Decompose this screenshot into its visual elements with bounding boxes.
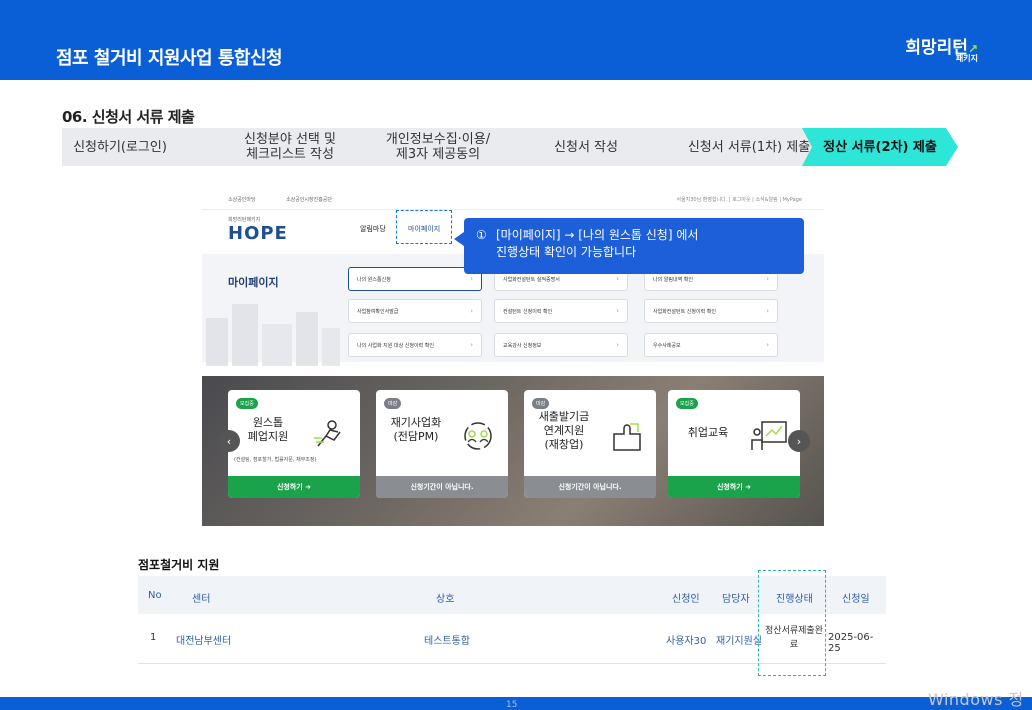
pill-instructor-info[interactable]: 교육강사 신청정보 › — [494, 333, 628, 357]
card-title: 재기사업화 (전담PM) — [390, 416, 442, 443]
people-cycle-icon — [464, 422, 492, 450]
pill-participation-cert[interactable]: 사업참여확인서발급 › — [348, 299, 482, 323]
highlight-box — [396, 210, 452, 244]
chevron-right-icon: › — [470, 275, 473, 283]
pill-best-practice[interactable]: 우수사례공모 › — [644, 333, 778, 357]
step-4: 신청서 작성 — [506, 128, 666, 166]
org-logo-1: 소상공인마당 — [228, 197, 256, 203]
chevron-right-icon: › — [766, 341, 769, 349]
pill-label: 교육강사 신청정보 — [503, 342, 542, 349]
step-2: 신청분야 선택 및 체크리스트 작성 — [210, 128, 370, 166]
col-no: No — [148, 590, 162, 601]
step-label: 신청서 서류(1차) 제출 — [687, 139, 811, 155]
mypage-heading: 마이페이지 — [228, 276, 279, 289]
step-label: 정산 서류(2차) 제출 — [823, 139, 937, 155]
pill-consultant-history[interactable]: 컨설턴트 신청이력 확인 › — [494, 299, 628, 323]
chevron-right-icon: › — [766, 307, 769, 315]
step-label: 신청하기(로그인) — [73, 139, 167, 155]
callout-pointer — [454, 232, 464, 246]
carousel-next-button[interactable]: › — [788, 430, 810, 452]
cell-applicant: 사용자30 — [666, 636, 707, 647]
apply-button[interactable]: 신청하기 ➜ — [228, 476, 360, 498]
header-bar: 점포 철거비 지원사업 통합신청 희망리턴↗ 패키지 — [0, 0, 1032, 80]
cell-store[interactable]: 테스트통합 — [424, 632, 470, 647]
mypage-screenshot: 소상공인마당 소상공인시장진흥공단 서울지30님 환영합니다. | 로그아웃 |… — [202, 188, 824, 548]
step-label: 개인정보수집·이용/ 제3자 제공동의 — [385, 132, 491, 162]
card-title: 취업교육 — [687, 426, 729, 439]
status-highlight-box — [758, 570, 826, 676]
cell-center: 대전남부센터 — [176, 636, 232, 647]
page-number: 15 — [506, 700, 518, 710]
windows-watermark: Windows 정 — [928, 690, 1024, 709]
cell-date: 2025-06-25 — [828, 632, 874, 654]
callout-tooltip: ① [마이페이지] → [나의 원스톱 신청] 에서 진행상태 확인이 가능합니… — [464, 218, 804, 274]
col-store: 상호 — [436, 594, 455, 605]
apply-button[interactable]: 신청하기 ➜ — [668, 476, 800, 498]
pill-label: 나의 원스톱신청 — [357, 276, 391, 283]
step-6-active: 정산 서류(2차) 제출 — [802, 128, 958, 166]
step-3: 개인정보수집·이용/ 제3자 제공동의 — [358, 128, 518, 166]
pill-biz-consultant-history[interactable]: 사업화컨설턴트 신청이력 확인 › — [644, 299, 778, 323]
col-center: 센터 — [192, 594, 211, 605]
card-title: 원스톱 폐업지원 — [247, 416, 289, 443]
col-applicant: 신청인 — [672, 594, 700, 605]
pill-label: 나의 사업화 지원 대상 신청이력 확인 — [357, 342, 434, 349]
step-navigation: 신청하기(로그인) 신청분야 선택 및 체크리스트 작성 개인정보수집·이용/ … — [62, 128, 960, 166]
chevron-right-icon: › — [470, 341, 473, 349]
pill-label: 사업화컨설턴트 실적증명서 — [503, 276, 560, 283]
chevron-right-icon: › — [616, 275, 619, 283]
step-number: ① — [476, 228, 487, 242]
utility-bar: 소상공인마당 소상공인시장진흥공단 서울지30님 환영합니다. | 로그아웃 |… — [202, 188, 824, 210]
buildings-illustration — [206, 304, 340, 366]
pill-label: 사업참여확인서발급 — [357, 308, 399, 315]
closed-button: 신청기간이 아닙니다. — [376, 476, 508, 498]
step-label: 신청분야 선택 및 체크리스트 작성 — [244, 132, 336, 162]
org-logo-2: 소상공인시장진흥공단 — [286, 197, 333, 203]
carousel-dots[interactable] — [492, 538, 516, 548]
page-title: 점포 철거비 지원사업 통합신청 — [56, 48, 283, 69]
col-manager: 담당자 — [722, 594, 750, 605]
menu-notice[interactable]: 알림마당 — [360, 224, 386, 234]
carousel-prev-button[interactable]: ‹ — [218, 430, 240, 452]
hope-logo[interactable]: HOPE — [228, 223, 288, 244]
pill-support-history[interactable]: 나의 사업화 지원 대상 신청이력 확인 › — [348, 333, 482, 357]
brand-logo: 희망리턴↗ 패키지 — [905, 40, 978, 63]
closed-button: 신청기간이 아닙니다. — [524, 476, 656, 498]
pill-label: 컨설턴트 신청이력 확인 — [503, 308, 553, 315]
card-note: (컨설팅, 점포철거, 법률자문, 채무조정) — [234, 457, 317, 463]
callout-line-1: [마이페이지] → [나의 원스톱 신청] 에서 — [496, 228, 699, 242]
card-onestop-closure[interactable]: 모집중 원스톱 폐업지원 (컨설팅, 점포철거, 법률자문, 채무조정) 신청하… — [228, 390, 360, 498]
card-fresh-start-fund[interactable]: 마감 새출발기금 연계지원 (재창업) 신청기간이 아닙니다. — [524, 390, 656, 498]
running-person-icon — [314, 420, 341, 447]
card-title: 새출발기금 연계지원 (재창업) — [538, 410, 590, 451]
chevron-right-icon: › — [616, 307, 619, 315]
pill-label: 우수사례공모 — [653, 342, 681, 349]
chevron-right-icon: › — [766, 275, 769, 283]
chevron-right-icon: › — [616, 341, 619, 349]
puzzle-icon — [613, 423, 641, 451]
col-date: 신청일 — [842, 594, 870, 605]
hope-caption: 희망리턴패키지 — [228, 217, 261, 223]
status-tag: 마감 — [384, 398, 402, 409]
step-1: 신청하기(로그인) — [62, 128, 222, 166]
utility-links[interactable]: 서울지30님 환영합니다. | 로그아웃 | 소식&알림 | MyPage — [676, 196, 802, 203]
table-title: 점포철거비 지원 — [138, 558, 220, 572]
step-5: 신청서 서류(1차) 제출 — [654, 128, 814, 166]
callout-line-2: 진행상태 확인이 가능합니다 — [496, 245, 637, 259]
section-title: 06. 신청서 서류 제출 — [62, 108, 195, 126]
card-rebuild-business[interactable]: 마감 재기사업화 (전담PM) 신청기간이 아닙니다. — [376, 390, 508, 498]
status-tag: 모집중 — [236, 398, 258, 409]
cell-manager: 재기지원실 — [716, 636, 762, 647]
pill-label: 사업화컨설턴트 신청이력 확인 — [653, 308, 716, 315]
chevron-right-icon: › — [470, 307, 473, 315]
status-tag: 모집중 — [676, 398, 698, 409]
pill-label: 나의 알림내역 확인 — [653, 276, 693, 283]
card-job-training[interactable]: 모집중 취업교육 신청하기 ➜ — [668, 390, 800, 498]
presentation-board-icon — [751, 421, 787, 450]
status-tag: 마감 — [532, 398, 550, 409]
step-label: 신청서 작성 — [554, 139, 618, 155]
cell-no: 1 — [150, 632, 157, 643]
pill-my-onestop[interactable]: 나의 원스톱신청 › — [348, 267, 482, 291]
